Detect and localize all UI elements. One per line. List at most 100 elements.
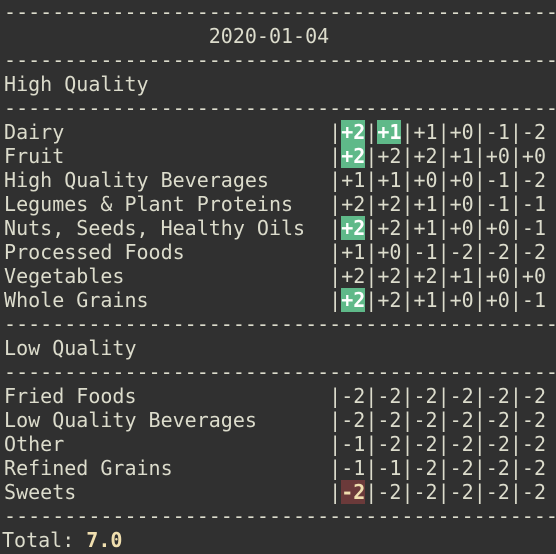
food-category: Processed Foods [4, 240, 185, 264]
border-line: |---------------------------------------… [0, 0, 556, 24]
table-row: |Fruit |+2|+2|+2|+1|+0|+0 [0, 144, 547, 168]
score-cell: +1 [413, 192, 438, 216]
score-cell: +0 [449, 288, 474, 312]
table-row: |Low Quality Beverages |-2|-2|-2|-2|-2|-… [0, 408, 547, 432]
score-cell: -2 [449, 456, 474, 480]
score-cell: +0 [449, 168, 474, 192]
score-cell: -2 [449, 240, 474, 264]
border-line: |---------------------------------------… [0, 360, 556, 384]
table-row: |Other |-1|-2|-2|-2|-2|-2 [0, 432, 547, 456]
score-cell: +2 [377, 192, 402, 216]
score-cell: +1 [341, 240, 366, 264]
score-cell: -1 [413, 240, 438, 264]
score-cell: +1 [413, 288, 438, 312]
score-cell: -1 [521, 192, 546, 216]
score-cell: +2 [377, 144, 402, 168]
score-cell: +1 [377, 120, 402, 144]
table-row: |Dairy |+2|+1|+1|+0|-1|-2 [0, 120, 547, 144]
food-category: Dairy [4, 120, 65, 144]
border-line: |---------------------------------------… [0, 312, 556, 336]
score-cell: +2 [377, 216, 402, 240]
section-title-line: |Low Quality [0, 336, 137, 360]
score-cell: -2 [449, 408, 474, 432]
score-cell: +2 [413, 144, 438, 168]
score-cell: +2 [377, 288, 402, 312]
date-header: 2020-01-04 [208, 24, 330, 48]
food-category: Whole Grains [4, 288, 149, 312]
score-cell: +0 [485, 144, 510, 168]
score-cell: +0 [521, 144, 547, 168]
score-cell: -2 [341, 480, 366, 504]
score-cell: +1 [341, 168, 366, 192]
table-row: |Processed Foods |+1|+0|-1|-2|-2|-2 [0, 240, 547, 264]
food-category: Refined Grains [4, 456, 173, 480]
table-row: |Whole Grains |+2|+2|+1|+0|+0|-1 [0, 288, 546, 312]
food-category: Nuts, Seeds, Healthy Oils [4, 216, 306, 240]
score-cell: +2 [341, 288, 366, 312]
score-cell: +0 [377, 240, 402, 264]
score-cell: -2 [521, 120, 547, 144]
score-cell: +2 [413, 264, 438, 288]
score-cell: -2 [521, 168, 546, 192]
border-line: |---------------------------------------… [0, 48, 556, 72]
food-category: Fried Foods [4, 384, 137, 408]
score-cell: +1 [377, 168, 402, 192]
score-cell: -2 [377, 384, 402, 408]
food-category: Other [4, 432, 65, 456]
score-cell: +2 [377, 264, 402, 288]
score-cell: +0 [449, 192, 474, 216]
score-cell: -2 [413, 480, 438, 504]
total-line: Total: 7.0 [2, 528, 122, 552]
score-cell: +2 [341, 216, 366, 240]
score-cell: -1 [377, 456, 402, 480]
score-cell: -2 [413, 408, 438, 432]
score-cell: -1 [485, 120, 510, 144]
score-cell: +0 [413, 168, 438, 192]
total-label: Total: [2, 528, 75, 552]
score-cell: -2 [485, 384, 510, 408]
section-title-line: |High Quality [0, 72, 149, 96]
food-category: High Quality Beverages [4, 168, 269, 192]
food-category: Vegetables [4, 264, 125, 288]
food-category: Sweets [4, 480, 77, 504]
table-row: |Refined Grains |-1|-1|-2|-2|-2|-2 [0, 456, 546, 480]
terminal-window: |---------------------------------------… [0, 0, 556, 554]
header-line: | 2020-01-04 [0, 24, 330, 48]
score-cell: -2 [341, 384, 366, 408]
score-cell: -2 [377, 408, 402, 432]
score-cell: +1 [449, 144, 474, 168]
score-cell: +0 [449, 120, 474, 144]
score-cell: -2 [413, 432, 438, 456]
score-cell: -2 [377, 480, 402, 504]
score-cell: -1 [341, 432, 366, 456]
score-cell: -2 [521, 432, 547, 456]
score-cell: +2 [341, 264, 366, 288]
section-title: Low Quality [4, 336, 137, 360]
score-cell: -2 [449, 480, 474, 504]
score-cell: -2 [413, 384, 438, 408]
score-cell: -2 [485, 432, 510, 456]
score-cell: -2 [449, 432, 474, 456]
border-line: |---------------------------------------… [0, 96, 556, 120]
score-cell: -1 [521, 216, 546, 240]
table-row: |Nuts, Seeds, Healthy Oils |+2|+2|+1|+0|… [0, 216, 546, 240]
score-cell: -1 [485, 168, 510, 192]
score-cell: -2 [485, 480, 510, 504]
table-row: |Fried Foods |-2|-2|-2|-2|-2|-2 [0, 384, 546, 408]
score-cell: -1 [341, 456, 366, 480]
food-category: Low Quality Beverages [4, 408, 257, 432]
food-category: Fruit [4, 144, 65, 168]
score-cell: -2 [521, 456, 546, 480]
table-row: |High Quality Beverages |+1|+1|+0|+0|-1|… [0, 168, 546, 192]
score-cell: -1 [485, 192, 510, 216]
score-cell: +2 [341, 144, 366, 168]
score-cell: -2 [521, 408, 547, 432]
score-cell: -2 [521, 240, 547, 264]
score-cell: -2 [449, 384, 474, 408]
score-cell: +0 [449, 216, 474, 240]
score-cell: +0 [521, 264, 547, 288]
score-cell: +0 [485, 216, 510, 240]
score-cell: +0 [485, 264, 510, 288]
score-cell: -2 [413, 456, 438, 480]
score-cell: -2 [485, 456, 510, 480]
